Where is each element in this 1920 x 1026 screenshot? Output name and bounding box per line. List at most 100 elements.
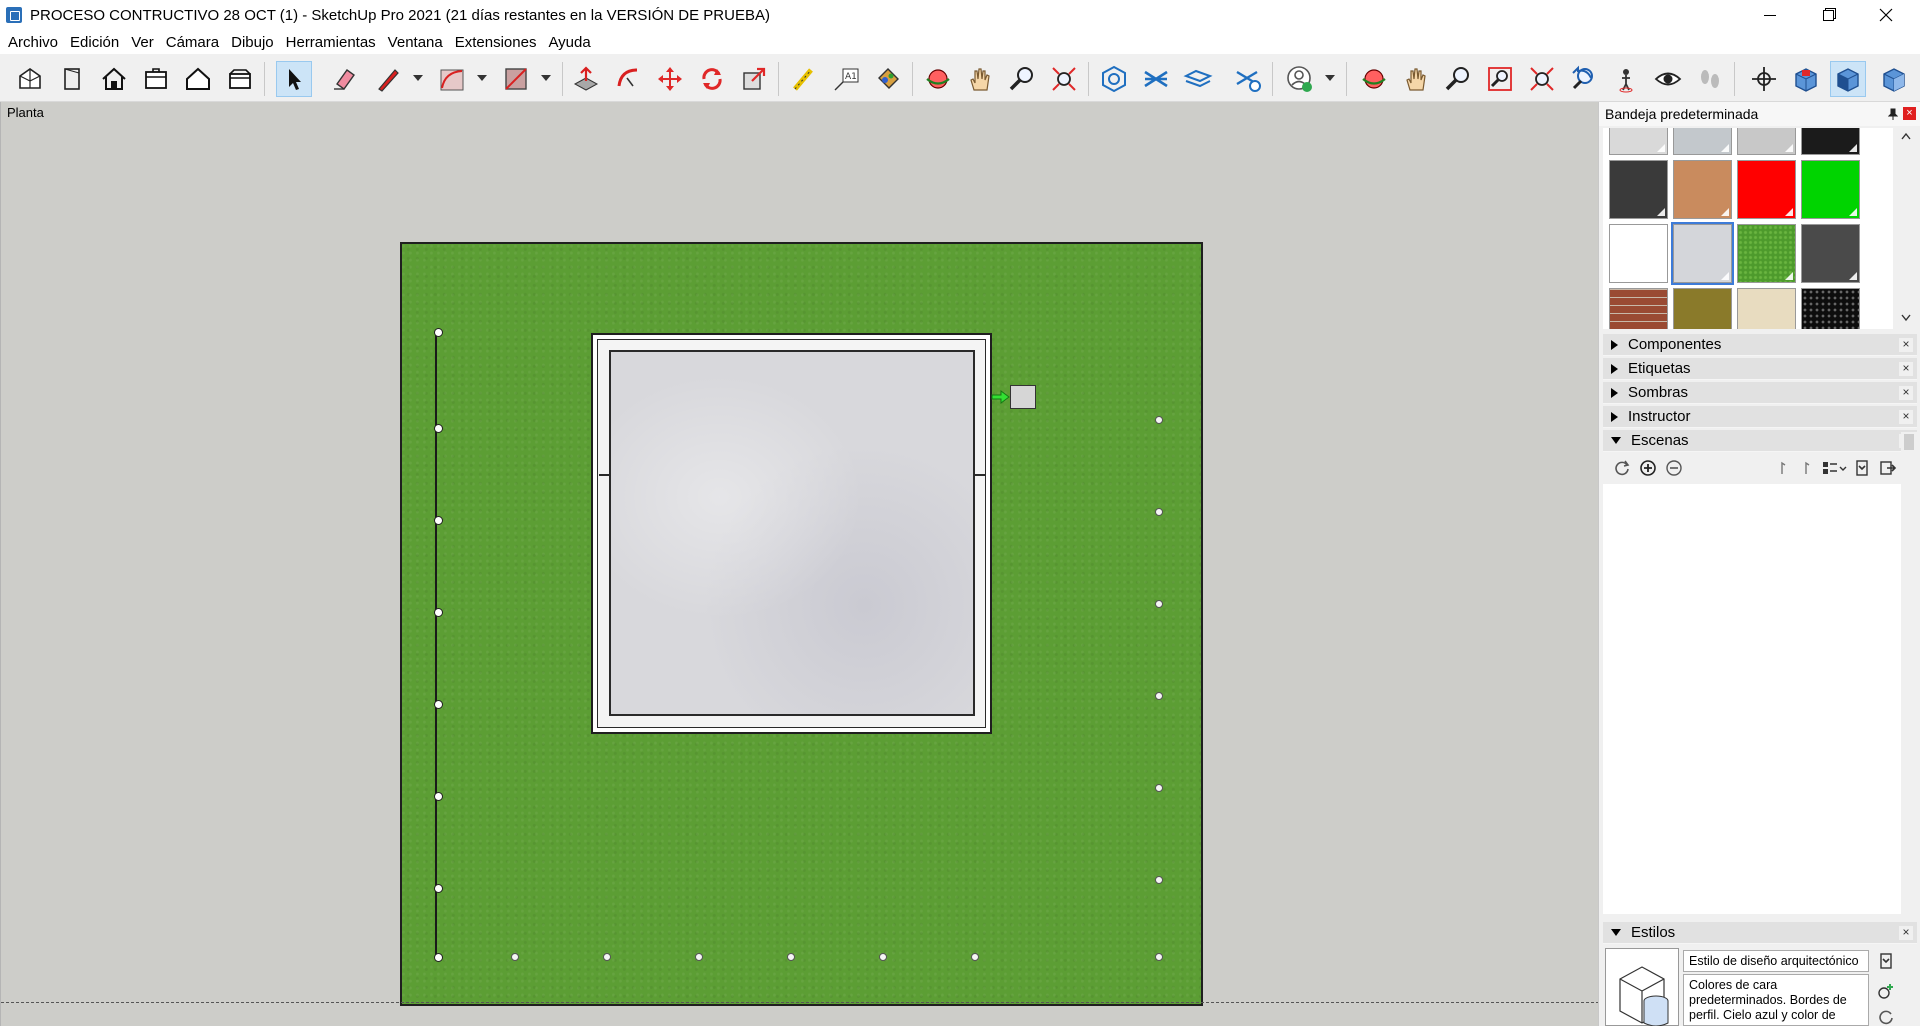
home-view-button[interactable] — [96, 61, 132, 97]
menu-archivo[interactable]: Archivo — [2, 34, 64, 51]
line-tool-button[interactable] — [370, 61, 406, 97]
section-estilos[interactable]: Estilos × — [1603, 922, 1917, 944]
material-swatch-white[interactable] — [1609, 224, 1668, 283]
refresh-style-icon[interactable] — [1877, 1008, 1895, 1026]
shape-dropdown-caret[interactable] — [541, 75, 551, 81]
warehouse-button[interactable] — [1096, 61, 1132, 97]
close-icon[interactable]: × — [1899, 338, 1913, 352]
grid-point[interactable] — [1155, 784, 1163, 792]
section-sombras[interactable]: Sombras × — [1603, 382, 1917, 404]
grid-point[interactable] — [1155, 876, 1163, 884]
right-view-box-button[interactable] — [1876, 61, 1912, 97]
house-outline-button[interactable] — [180, 61, 216, 97]
grid-point[interactable] — [1155, 692, 1163, 700]
arc-dropdown-caret[interactable] — [477, 75, 487, 81]
zoom-window-button[interactable] — [1482, 61, 1518, 97]
view-options-icon[interactable] — [1821, 459, 1847, 477]
account-dropdown-caret[interactable] — [1325, 75, 1335, 81]
scenes-list[interactable] — [1603, 484, 1901, 914]
material-swatch-charcoal[interactable] — [1609, 160, 1668, 219]
remove-scene-icon[interactable] — [1665, 459, 1683, 477]
add-scene-icon[interactable] — [1639, 459, 1657, 477]
close-icon[interactable]: × — [1899, 410, 1913, 424]
close-window-button[interactable] — [1857, 0, 1915, 30]
grid-point[interactable] — [433, 952, 443, 962]
line-dropdown-caret[interactable] — [413, 75, 423, 81]
top-view-box-button[interactable] — [1788, 61, 1824, 97]
section-instructor[interactable]: Instructor × — [1603, 406, 1917, 428]
follow-me-button[interactable] — [610, 61, 646, 97]
look-around-button[interactable] — [1650, 61, 1686, 97]
material-swatch-blue-gray[interactable] — [1673, 128, 1732, 155]
grid-point[interactable] — [433, 515, 443, 525]
style-description-field[interactable]: Colores de cara predeterminados. Bordes … — [1683, 974, 1869, 1026]
grid-point[interactable] — [695, 953, 703, 961]
move-scene-down-icon[interactable] — [1797, 459, 1815, 477]
restore-button[interactable] — [1799, 0, 1857, 30]
material-swatch-brick[interactable] — [1609, 288, 1668, 329]
close-icon[interactable]: × — [1899, 926, 1913, 940]
grid-point[interactable] — [1155, 600, 1163, 608]
orbit2-button[interactable] — [1356, 61, 1392, 97]
minimize-button[interactable] — [1741, 0, 1799, 30]
menu-extensiones[interactable]: Extensiones — [449, 34, 543, 51]
scale-tool-button[interactable] — [736, 61, 772, 97]
material-swatch-dots-black[interactable] — [1801, 288, 1860, 329]
material-swatch-olive[interactable] — [1673, 288, 1732, 329]
grid-point[interactable] — [433, 791, 443, 801]
zoom-extents-button[interactable] — [1046, 61, 1082, 97]
menu-ayuda[interactable]: Ayuda — [542, 34, 596, 51]
export-scene-icon[interactable] — [1879, 459, 1897, 477]
grid-point[interactable] — [433, 607, 443, 617]
grid-point[interactable] — [787, 953, 795, 961]
grid-point[interactable] — [603, 953, 611, 961]
zoom2-button[interactable] — [1440, 61, 1476, 97]
menu-dibujo[interactable]: Dibujo — [225, 34, 280, 51]
position-camera-button[interactable] — [1608, 61, 1644, 97]
style-name-field[interactable]: Estilo de diseño arquitectónico — [1683, 950, 1869, 972]
section-etiquetas[interactable]: Etiquetas × — [1603, 358, 1917, 380]
grid-point[interactable] — [433, 327, 443, 337]
material-swatch-grass[interactable] — [1737, 224, 1796, 283]
material-swatch-black[interactable] — [1801, 128, 1860, 155]
panel-scrollbar[interactable] — [1901, 432, 1917, 912]
style-thumbnail[interactable] — [1605, 948, 1679, 1026]
create-style-icon[interactable] — [1877, 982, 1895, 1000]
close-icon[interactable]: × — [1899, 386, 1913, 400]
orbit-tool-button[interactable] — [920, 61, 956, 97]
material-swatch-concrete[interactable] — [1671, 222, 1734, 285]
grid-point[interactable] — [433, 423, 443, 433]
update-style-icon[interactable] — [1877, 952, 1895, 970]
push-pull-button[interactable] — [568, 61, 604, 97]
arc-tool-button[interactable] — [434, 61, 470, 97]
close-icon[interactable]: × — [1899, 362, 1913, 376]
chevron-down-icon[interactable] — [1901, 314, 1911, 322]
material-swatch-green[interactable] — [1801, 160, 1860, 219]
grid-point[interactable] — [1155, 953, 1163, 961]
model-viewport[interactable]: Planta — [0, 102, 1598, 1026]
eraser-tool-button[interactable] — [326, 61, 362, 97]
grid-point[interactable] — [879, 953, 887, 961]
material-swatch-asphalt[interactable] — [1801, 224, 1860, 283]
material-swatch-light-gray[interactable] — [1609, 128, 1668, 155]
concrete-slab[interactable] — [609, 350, 975, 716]
move-tool-button[interactable] — [652, 61, 688, 97]
menu-edicion[interactable]: Edición — [64, 34, 125, 51]
grid-point[interactable] — [433, 883, 443, 893]
text-tool-button[interactable]: A1 — [828, 61, 864, 97]
material-swatch-red[interactable] — [1737, 160, 1796, 219]
tape-measure-button[interactable] — [786, 61, 822, 97]
materials-scrollbar[interactable] — [1895, 128, 1917, 329]
tray-close-button[interactable]: × — [1903, 107, 1916, 120]
material-swatch-wood-terracotta[interactable] — [1673, 160, 1732, 219]
axes-button[interactable] — [1746, 61, 1782, 97]
layout-button[interactable] — [1180, 61, 1216, 97]
grid-point[interactable] — [971, 953, 979, 961]
rectangle-tool-button[interactable] — [498, 61, 534, 97]
extension-warehouse-button[interactable] — [1138, 61, 1174, 97]
scrollbar-thumb[interactable] — [1904, 434, 1914, 450]
grid-point[interactable] — [511, 953, 519, 961]
zoom-extents2-button[interactable] — [1524, 61, 1560, 97]
chevron-up-icon[interactable] — [1901, 132, 1911, 140]
previous-view-button[interactable] — [1566, 61, 1602, 97]
